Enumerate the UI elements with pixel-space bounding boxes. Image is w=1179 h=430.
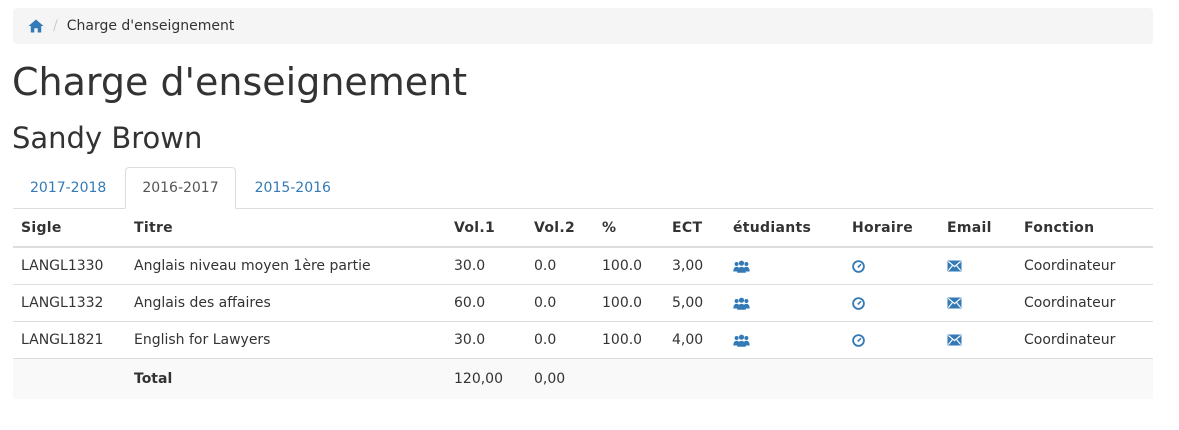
cell-fonction: Coordinateur <box>1016 284 1153 322</box>
col-etudiants: étudiants <box>725 209 844 248</box>
col-email: Email <box>939 209 1016 248</box>
col-vol1: Vol.1 <box>446 209 526 248</box>
cell-vol1: 60.0 <box>446 284 526 322</box>
total-row: Total 120,00 0,00 <box>13 358 1153 399</box>
year-tabs: 2017-2018 2016-2017 2015-2016 <box>13 167 1153 209</box>
table-row: LANGL1330 Anglais niveau moyen 1ère part… <box>13 246 1153 285</box>
cell-empty <box>939 358 1016 399</box>
col-percent: % <box>594 209 664 248</box>
cell-empty <box>664 358 725 399</box>
clock-icon[interactable] <box>852 259 865 273</box>
cell-empty <box>725 358 844 399</box>
col-titre: Titre <box>126 209 446 248</box>
total-vol2: 0,00 <box>526 358 594 399</box>
table-header-row: Sigle Titre Vol.1 Vol.2 % ECT étudiants … <box>13 209 1153 248</box>
cell-sigle: LANGL1330 <box>13 246 126 285</box>
cell-etudiants <box>725 321 844 359</box>
clock-icon[interactable] <box>852 333 865 347</box>
col-horaire: Horaire <box>844 209 939 248</box>
cell-etudiants <box>725 246 844 285</box>
cell-titre: Anglais niveau moyen 1ère partie <box>126 246 446 285</box>
breadcrumb-current: Charge d'enseignement <box>66 18 235 34</box>
cell-percent: 100.0 <box>594 246 664 285</box>
cell-ect: 5,00 <box>664 284 725 322</box>
cell-vol2: 0.0 <box>526 246 594 285</box>
cell-ect: 4,00 <box>664 321 725 359</box>
cell-horaire <box>844 246 939 285</box>
table-row: LANGL1332 Anglais des affaires 60.0 0.0 … <box>13 284 1153 322</box>
breadcrumb: / Charge d'enseignement <box>13 8 1153 44</box>
tab-2017-2018[interactable]: 2017-2018 <box>13 167 123 208</box>
cell-vol2: 0.0 <box>526 321 594 359</box>
total-vol1: 120,00 <box>446 358 526 399</box>
users-icon[interactable] <box>733 260 750 273</box>
cell-empty <box>1016 358 1153 399</box>
col-fonction: Fonction <box>1016 209 1153 248</box>
cell-vol2: 0.0 <box>526 284 594 322</box>
breadcrumb-separator: / <box>53 18 58 34</box>
cell-vol1: 30.0 <box>446 321 526 359</box>
person-name: Sandy Brown <box>12 121 203 155</box>
charge-table: Sigle Titre Vol.1 Vol.2 % ECT étudiants … <box>13 209 1153 399</box>
cell-ect: 3,00 <box>664 246 725 285</box>
cell-sigle: LANGL1332 <box>13 284 126 322</box>
cell-email <box>939 284 1016 322</box>
cell-sigle: LANGL1821 <box>13 321 126 359</box>
clock-icon[interactable] <box>852 296 865 310</box>
envelope-icon[interactable] <box>947 297 962 309</box>
cell-vol1: 30.0 <box>446 246 526 285</box>
col-ect: ECT <box>664 209 725 248</box>
envelope-icon[interactable] <box>947 260 962 272</box>
cell-titre: Anglais des affaires <box>126 284 446 322</box>
cell-empty <box>13 358 126 399</box>
cell-horaire <box>844 284 939 322</box>
total-label: Total <box>126 358 446 399</box>
envelope-icon[interactable] <box>947 334 962 346</box>
table-row: LANGL1821 English for Lawyers 30.0 0.0 1… <box>13 321 1153 359</box>
cell-email <box>939 246 1016 285</box>
cell-percent: 100.0 <box>594 284 664 322</box>
cell-titre: English for Lawyers <box>126 321 446 359</box>
page: / Charge d'enseignement Charge d'enseign… <box>0 0 1179 430</box>
tab-2015-2016[interactable]: 2015-2016 <box>238 167 348 208</box>
cell-fonction: Coordinateur <box>1016 321 1153 359</box>
col-vol2: Vol.2 <box>526 209 594 248</box>
tab-2016-2017[interactable]: 2016-2017 <box>125 167 236 209</box>
cell-email <box>939 321 1016 359</box>
users-icon[interactable] <box>733 297 750 310</box>
col-sigle: Sigle <box>13 209 126 248</box>
users-icon[interactable] <box>733 334 750 347</box>
cell-percent: 100.0 <box>594 321 664 359</box>
cell-empty <box>844 358 939 399</box>
page-title: Charge d'enseignement <box>12 60 468 104</box>
cell-empty <box>594 358 664 399</box>
cell-etudiants <box>725 284 844 322</box>
cell-horaire <box>844 321 939 359</box>
home-icon[interactable] <box>28 19 44 33</box>
cell-fonction: Coordinateur <box>1016 246 1153 285</box>
